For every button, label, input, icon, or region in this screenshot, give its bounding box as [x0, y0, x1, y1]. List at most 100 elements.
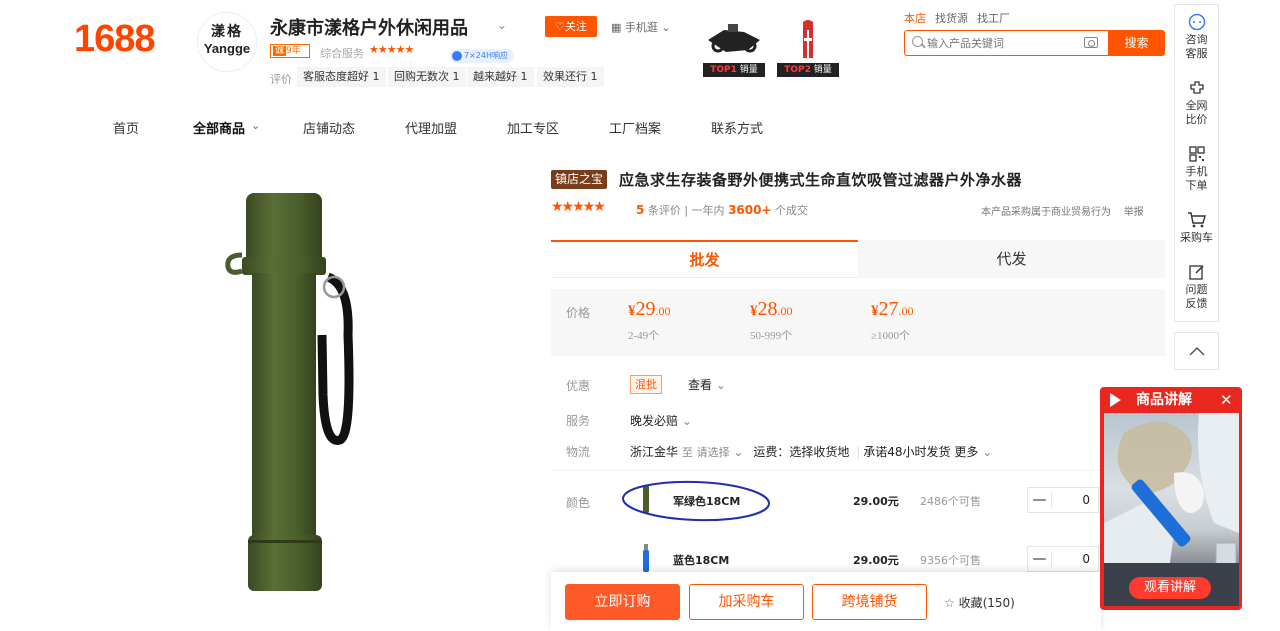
star-icon: ☆	[944, 596, 955, 610]
top-product-tag: TOP2 销量	[777, 63, 839, 77]
chevron-down-icon[interactable]: ⌄	[982, 445, 992, 459]
chevron-down-icon: ⌄	[715, 378, 726, 392]
qty-input[interactable]: 0	[1052, 493, 1098, 507]
order-now-button[interactable]: 立即订购	[565, 584, 680, 620]
sidebar-label: 问题	[1185, 283, 1208, 296]
sidebar-item-mobile[interactable]: 手机 下单	[1175, 143, 1218, 193]
sidebar-label: 客服	[1185, 47, 1208, 60]
sku-stock: 9356个可售	[920, 554, 981, 567]
tab-wholesale[interactable]: 批发	[551, 240, 858, 278]
logistics-fee[interactable]: 运费：选择收货地	[753, 445, 849, 459]
qty-input[interactable]: 0	[1052, 552, 1098, 566]
sidebar-label: 比价	[1185, 113, 1208, 126]
service-label: 服务	[566, 414, 591, 428]
promo-view-label: 查看	[688, 378, 713, 392]
follow-button[interactable]: ♡关注	[545, 16, 597, 37]
logistics-more[interactable]: 更多	[954, 445, 978, 459]
sidebar-item-consult[interactable]: 咨询 客服	[1175, 11, 1218, 61]
chevron-down-icon[interactable]: ⌄	[734, 445, 744, 459]
favorite-button[interactable]: ☆ 收藏(150)	[944, 594, 1015, 611]
logistics-label: 物流	[566, 445, 591, 459]
search-tab-factory[interactable]: 找工厂	[977, 12, 1010, 25]
mobile-browse-link[interactable]: ▦ 手机逛 ⌄	[611, 19, 671, 35]
separator: |	[856, 445, 861, 459]
tab-dropship[interactable]: 代发	[858, 240, 1165, 278]
watch-explain-button[interactable]: 观看讲解	[1129, 577, 1211, 599]
add-to-cart-button[interactable]: 加采购车	[689, 584, 804, 620]
chevron-down-icon[interactable]: ⌄	[251, 119, 260, 132]
shop-avatar[interactable]: 漾格 Yangge	[197, 12, 257, 72]
eval-tag[interactable]: 客服态度超好 1	[297, 67, 386, 87]
years-badge-prefix: 诚	[273, 46, 287, 56]
price-symbol: ¥	[628, 303, 636, 319]
cross-border-button[interactable]: 跨境铺货	[812, 584, 927, 620]
play-icon	[1110, 393, 1121, 407]
shop-name[interactable]: 永康市漾格户外休闲用品	[270, 14, 468, 40]
sidebar-item-cart[interactable]: 采购车	[1175, 209, 1218, 245]
close-icon[interactable]: ✕	[1220, 391, 1233, 409]
search-tab-shop[interactable]: 本店	[904, 12, 926, 25]
rating-summary: 5 条评价 | 一年内 3600+ 个成交	[636, 203, 809, 217]
top-rank: TOP2	[784, 65, 811, 75]
site-logo[interactable]: 1688	[74, 18, 156, 61]
qty-minus-button[interactable]: —	[1028, 551, 1052, 567]
service-value-text: 晚发必赔	[630, 414, 679, 428]
top-product-tag: TOP1 销量	[703, 63, 765, 77]
cart-icon	[1175, 209, 1218, 231]
response-badge: 7×24H响应	[450, 49, 514, 63]
price-dec: .00	[655, 304, 671, 318]
nav-agency[interactable]: 代理加盟	[405, 118, 457, 137]
chevron-down-icon: ⌄	[661, 21, 671, 34]
nav-contact[interactable]: 联系方式	[711, 118, 763, 137]
shop-avatar-en: Yangge	[203, 41, 251, 56]
search-input[interactable]	[927, 31, 1087, 55]
color-label: 颜色	[566, 496, 591, 510]
search-tab-source[interactable]: 找货源	[935, 12, 968, 25]
product-main-image[interactable]	[200, 185, 400, 600]
top-rank-label: 销量	[739, 65, 758, 75]
nav-shop-news[interactable]: 店铺动态	[303, 118, 355, 137]
price-tier-3: ¥27.00 ≥1000个	[871, 298, 914, 343]
top-product-1[interactable]: TOP1 销量	[703, 17, 765, 79]
logistics-select[interactable]: 请选择	[697, 446, 730, 459]
review-count[interactable]: 5	[636, 203, 644, 217]
eval-tag[interactable]: 回购无数次 1	[388, 67, 466, 87]
back-to-top-button[interactable]	[1174, 332, 1219, 370]
chevron-down-icon: ⌄	[681, 414, 692, 428]
service-value[interactable]: 晚发必赔 ⌄	[630, 412, 692, 429]
search-scope-tabs: 本店 找货源 找工厂	[904, 10, 1019, 26]
search-button[interactable]: 搜索	[1108, 30, 1165, 56]
price-dec: .00	[898, 304, 914, 318]
nav-all-products[interactable]: 全部商品	[193, 118, 245, 137]
report-link[interactable]: 举报	[1124, 207, 1144, 218]
qty-minus-button[interactable]: —	[1028, 492, 1052, 508]
edit-icon	[1175, 261, 1218, 283]
sidebar-label: 下单	[1185, 179, 1208, 192]
qrcode-icon: ▦	[611, 21, 622, 34]
right-sidebar: 咨询 客服 全网 比价 手机 下单 采购车 问题 反馈	[1174, 4, 1219, 322]
eval-tag[interactable]: 越来越好 1	[467, 67, 534, 87]
puzzle-icon	[1175, 77, 1218, 99]
promo-view-link[interactable]: 查看 ⌄	[688, 376, 726, 393]
nav-processing[interactable]: 加工专区	[507, 118, 559, 137]
shop-avatar-cn: 漾格	[211, 24, 243, 40]
top-rank: TOP1	[710, 65, 737, 75]
logistics-from: 浙江金华	[630, 445, 679, 459]
featured-badge: 镇店之宝	[551, 170, 608, 189]
sku-price: 29.00元	[853, 554, 899, 567]
price-symbol: ¥	[750, 303, 758, 319]
chevron-down-icon[interactable]: ⌄	[497, 18, 507, 32]
nav-home[interactable]: 首页	[113, 118, 139, 137]
nav-factory[interactable]: 工厂档案	[609, 118, 661, 137]
logistics-promise: 承诺48小时发货	[863, 445, 951, 459]
report-area: 本产品采购属于商业贸易行为 举报	[981, 203, 1144, 218]
eval-tag[interactable]: 效果还行 1	[537, 67, 604, 87]
top-product-2[interactable]: TOP2 销量	[777, 17, 839, 79]
sidebar-item-compare[interactable]: 全网 比价	[1175, 77, 1218, 127]
sku-thumb-blue[interactable]	[638, 543, 654, 573]
price-symbol: ¥	[871, 303, 879, 319]
promo-tag: 混批	[630, 375, 662, 394]
mobile-browse-label: 手机逛	[624, 21, 658, 34]
camera-icon[interactable]	[1084, 37, 1098, 48]
sidebar-item-feedback[interactable]: 问题 反馈	[1175, 261, 1218, 311]
